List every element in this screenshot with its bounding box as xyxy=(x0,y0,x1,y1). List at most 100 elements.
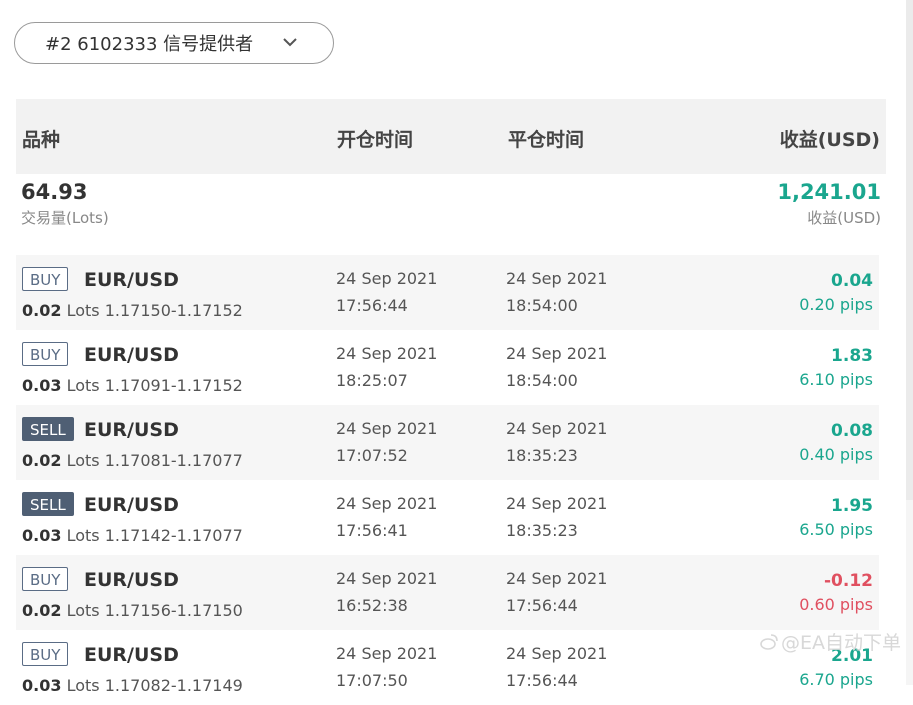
trade-open-time: 17:07:52 xyxy=(336,446,408,465)
weibo-icon xyxy=(760,633,778,650)
trade-lots: 0.03 Lots 1.17142-1.17077 xyxy=(22,526,243,545)
col-header-open-time[interactable]: 开仓时间 xyxy=(337,125,413,152)
watermark-text: @EA自动下单 xyxy=(780,632,901,654)
trade-type-badge: SELL xyxy=(22,492,74,516)
trade-row[interactable]: SELL EUR/USD 0.02 Lots 1.17081-1.17077 24 S… xyxy=(16,405,879,480)
trade-lots-unit: Lots xyxy=(66,676,100,695)
trade-pair: EUR/USD xyxy=(84,269,179,291)
col-header-profit[interactable]: 收益(USD) xyxy=(780,125,880,152)
summary-profit: 1,241.01 xyxy=(777,180,881,204)
trade-close-time: 18:35:23 xyxy=(506,446,578,465)
watermark: @EA自动下单 xyxy=(759,628,901,655)
trade-open-datetime: 24 Sep 2021 17:56:41 xyxy=(336,490,437,544)
trade-prices: 1.17081-1.17077 xyxy=(104,451,243,470)
summary-volume-label: 交易量(Lots) xyxy=(21,209,109,227)
trade-pair: EUR/USD xyxy=(84,344,179,366)
trade-open-date: 24 Sep 2021 xyxy=(336,419,438,438)
trade-open-date: 24 Sep 2021 xyxy=(336,344,438,363)
trade-close-datetime: 24 Sep 2021 18:54:00 xyxy=(506,265,607,319)
trade-close-date: 24 Sep 2021 xyxy=(506,344,608,363)
trade-open-date: 24 Sep 2021 xyxy=(336,494,438,513)
trade-row[interactable]: SELL EUR/USD 0.03 Lots 1.17142-1.17077 24 S… xyxy=(16,480,879,555)
trade-lot-size: 0.03 xyxy=(22,526,62,545)
col-header-symbol[interactable]: 品种 xyxy=(22,125,60,152)
summary-volume: 64.93 xyxy=(21,180,88,204)
trade-prices: 1.17156-1.17150 xyxy=(104,601,243,620)
signal-provider-label: #2 6102333 信号提供者 xyxy=(45,34,254,55)
trade-lot-size: 0.02 xyxy=(22,301,62,320)
chevron-down-icon xyxy=(283,38,297,47)
trade-open-datetime: 24 Sep 2021 17:07:52 xyxy=(336,415,437,469)
trade-close-datetime: 24 Sep 2021 17:56:44 xyxy=(506,565,607,619)
trade-open-datetime: 24 Sep 2021 16:52:38 xyxy=(336,565,437,619)
trade-pair: EUR/USD xyxy=(84,644,179,666)
trade-close-datetime: 24 Sep 2021 18:54:00 xyxy=(506,340,607,394)
trade-lots: 0.03 Lots 1.17082-1.17149 xyxy=(22,676,243,695)
trade-close-time: 18:35:23 xyxy=(506,521,578,540)
scrollbar[interactable] xyxy=(906,0,913,685)
trade-close-time: 17:56:44 xyxy=(506,671,578,690)
trade-open-datetime: 24 Sep 2021 17:56:44 xyxy=(336,265,437,319)
trade-lots: 0.02 Lots 1.17156-1.17150 xyxy=(22,601,243,620)
trade-close-time: 18:54:00 xyxy=(506,371,578,390)
trade-open-time: 17:56:44 xyxy=(336,296,408,315)
trade-type-badge: BUY xyxy=(22,567,69,591)
trade-prices: 1.17150-1.17152 xyxy=(104,301,243,320)
trade-lots-unit: Lots xyxy=(66,601,100,620)
trade-lots-unit: Lots xyxy=(66,376,100,395)
trade-pips: 0.40 pips xyxy=(799,445,873,464)
trade-lot-size: 0.03 xyxy=(22,376,62,395)
trade-open-time: 17:56:41 xyxy=(336,521,408,540)
trade-profit: 1.83 xyxy=(831,346,873,366)
trade-lots-unit: Lots xyxy=(66,451,100,470)
trade-pair: EUR/USD xyxy=(84,419,179,441)
trade-profit: 0.04 xyxy=(831,271,873,291)
trade-row[interactable]: BUY EUR/USD 0.03 Lots 1.17082-1.17149 24 Se… xyxy=(16,630,879,705)
trade-profit: 1.95 xyxy=(831,496,873,516)
trade-open-time: 17:07:50 xyxy=(336,671,408,690)
trade-open-time: 18:25:07 xyxy=(336,371,408,390)
trade-row[interactable]: BUY EUR/USD 0.03 Lots 1.17091-1.17152 24 Se… xyxy=(16,330,879,405)
trade-open-time: 16:52:38 xyxy=(336,596,408,615)
trade-open-date: 24 Sep 2021 xyxy=(336,644,438,663)
trade-close-date: 24 Sep 2021 xyxy=(506,494,608,513)
summary-profit-label: 收益(USD) xyxy=(807,209,881,227)
trade-prices: 1.17091-1.17152 xyxy=(104,376,243,395)
trade-type-badge: BUY xyxy=(22,642,69,666)
trade-row[interactable]: BUY EUR/USD 0.02 Lots 1.17156-1.17150 24 Se… xyxy=(16,555,879,630)
table-header: 品种 开仓时间 平仓时间 收益(USD) xyxy=(16,99,886,174)
trade-lot-size: 0.03 xyxy=(22,676,62,695)
trade-close-time: 17:56:44 xyxy=(506,596,578,615)
trade-open-date: 24 Sep 2021 xyxy=(336,569,438,588)
trade-close-datetime: 24 Sep 2021 17:56:44 xyxy=(506,640,607,694)
trade-close-date: 24 Sep 2021 xyxy=(506,569,608,588)
trade-pips: 0.20 pips xyxy=(799,295,873,314)
trade-close-time: 18:54:00 xyxy=(506,296,578,315)
trade-pips: 0.60 pips xyxy=(799,595,873,614)
trade-lot-size: 0.02 xyxy=(22,451,62,470)
trade-close-datetime: 24 Sep 2021 18:35:23 xyxy=(506,415,607,469)
trade-lots-unit: Lots xyxy=(66,526,100,545)
trade-pips: 6.50 pips xyxy=(799,520,873,539)
trade-lots: 0.02 Lots 1.17150-1.17152 xyxy=(22,301,243,320)
trade-profit: -0.12 xyxy=(824,571,873,591)
trade-type-badge: SELL xyxy=(22,417,74,441)
trade-close-date: 24 Sep 2021 xyxy=(506,419,608,438)
trade-prices: 1.17142-1.17077 xyxy=(104,526,243,545)
trade-row[interactable]: BUY EUR/USD 0.02 Lots 1.17150-1.17152 24 Se… xyxy=(16,255,879,330)
trade-lots: 0.03 Lots 1.17091-1.17152 xyxy=(22,376,243,395)
trade-lot-size: 0.02 xyxy=(22,601,62,620)
trade-prices: 1.17082-1.17149 xyxy=(104,676,243,695)
trade-pips: 6.70 pips xyxy=(799,670,873,689)
signal-provider-dropdown[interactable]: #2 6102333 信号提供者 xyxy=(14,22,334,64)
col-header-close-time[interactable]: 平仓时间 xyxy=(508,125,584,152)
trade-open-datetime: 24 Sep 2021 18:25:07 xyxy=(336,340,437,394)
scrollbar-thumb[interactable] xyxy=(906,0,913,500)
trade-type-badge: BUY xyxy=(22,267,69,291)
trade-lots-unit: Lots xyxy=(66,301,100,320)
trade-pips: 6.10 pips xyxy=(799,370,873,389)
trade-close-date: 24 Sep 2021 xyxy=(506,269,608,288)
trade-type-badge: BUY xyxy=(22,342,69,366)
trade-open-datetime: 24 Sep 2021 17:07:50 xyxy=(336,640,437,694)
trade-close-datetime: 24 Sep 2021 18:35:23 xyxy=(506,490,607,544)
